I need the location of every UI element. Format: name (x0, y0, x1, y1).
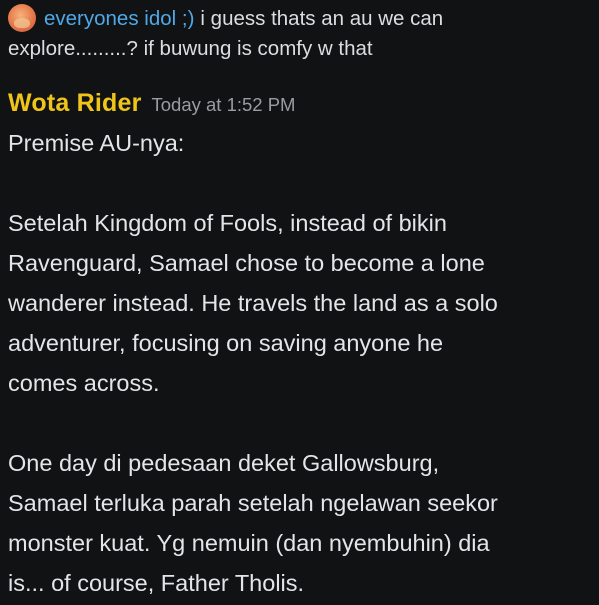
user-avatar-icon[interactable] (8, 4, 36, 32)
message-line: monster kuat. Yg nemuin (dan nyembuhin) … (8, 530, 490, 556)
message-line: adventurer, focusing on saving anyone he (8, 330, 444, 356)
message-line (8, 163, 593, 203)
message-line: Setelah Kingdom of Fools, instead of bik… (8, 210, 447, 236)
message-line: Ravenguard, Samael chose to become a lon… (8, 250, 485, 276)
reply-text-line1: i guess thats an au we can (200, 7, 444, 30)
message-header: Wota Rider Today at 1:52 PM (8, 86, 593, 120)
message-line: Premise AU-nya: (8, 130, 185, 156)
message-line: One day di pedesaan deket Gallowsburg, (8, 450, 440, 476)
message-line: wanderer instead. He travels the land as… (8, 290, 498, 316)
message-author[interactable]: Wota Rider (8, 89, 142, 117)
message-line: comes across. (8, 370, 160, 396)
reply-text-line2: explore.........? if buwung is comfy w t… (8, 37, 373, 60)
message: Wota Rider Today at 1:52 PM Premise AU-ny… (8, 86, 593, 603)
message-line: Samael terluka parah setelah ngelawan se… (8, 490, 498, 516)
message-line (8, 403, 593, 443)
reply-author[interactable]: everyones idol ;) (44, 7, 194, 30)
reply-preview[interactable]: everyones idol ;) i guess thats an au we … (8, 4, 588, 64)
reply-line-1: everyones idol ;) i guess thats an au we … (8, 4, 588, 34)
message-body: Premise AU-nya: Setelah Kingdom of Fools… (8, 123, 593, 603)
message-line: is... of course, Father Tholis. (8, 570, 305, 596)
message-timestamp[interactable]: Today at 1:52 PM (152, 94, 296, 115)
